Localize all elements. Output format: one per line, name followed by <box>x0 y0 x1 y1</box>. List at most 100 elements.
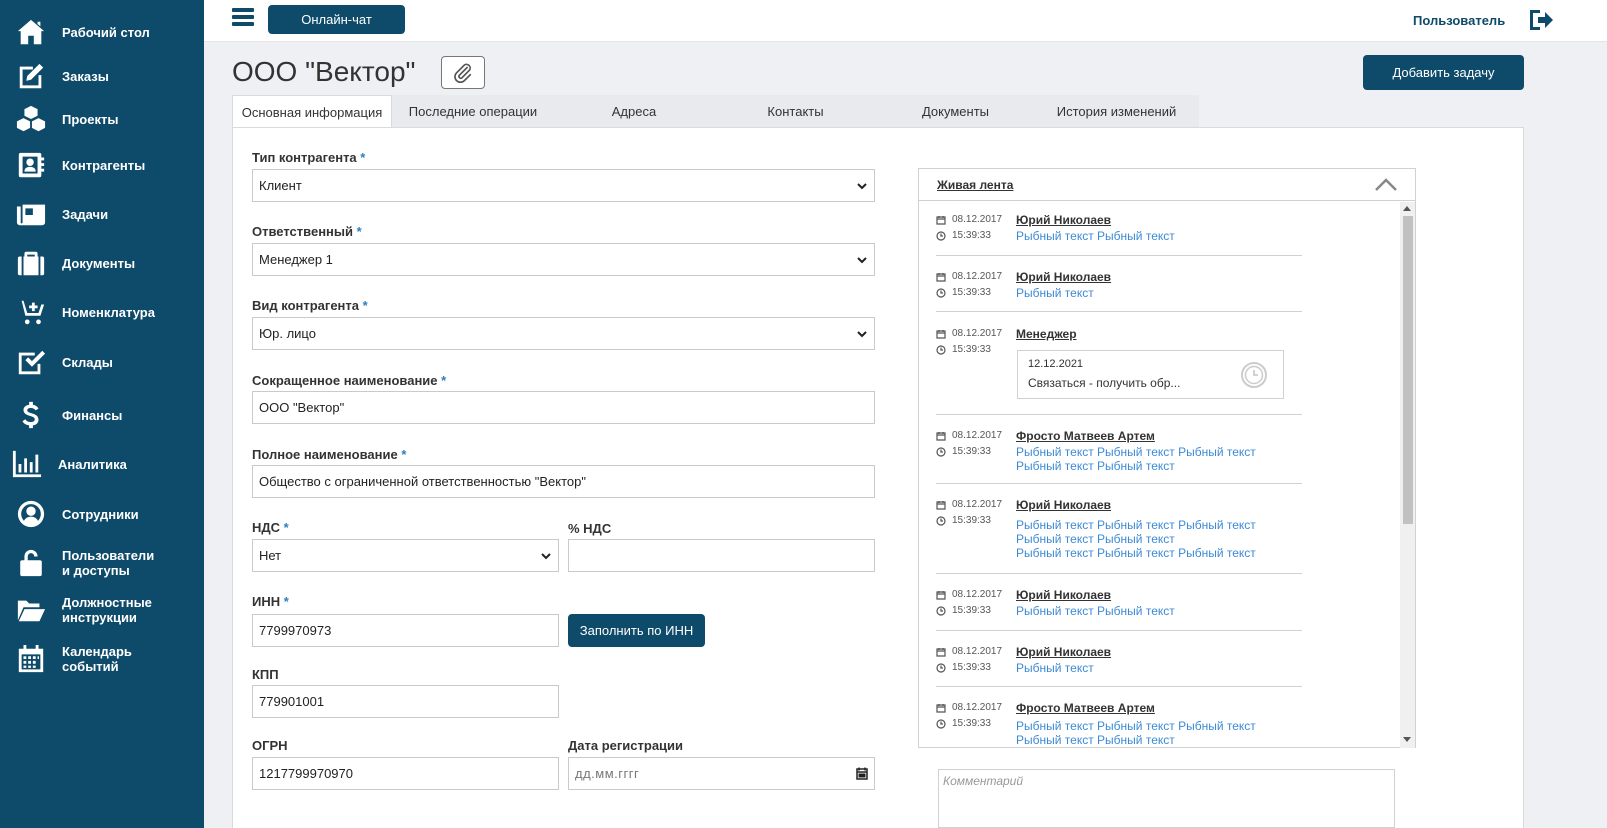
scroll-down-arrow-icon[interactable] <box>1403 737 1411 742</box>
entry-text: Рыбный текст Рыбный текст Рыбный текст Ры… <box>1016 719 1306 747</box>
field-label-responsible: Ответственный * <box>252 224 362 239</box>
calendar-picker-icon[interactable] <box>856 767 868 780</box>
required-mark: * <box>362 298 368 313</box>
logout-icon[interactable] <box>1528 8 1554 32</box>
vat-percent-input[interactable] <box>568 539 875 572</box>
sidebar-item-nomenclature[interactable]: Номенклатура <box>0 295 204 329</box>
sidebar-item-finance[interactable]: Финансы <box>0 398 204 432</box>
sidebar-item-label: Заказы <box>62 68 109 84</box>
calendar-small-icon <box>936 431 952 441</box>
field-label-vat-percent: % НДС <box>568 521 612 536</box>
entry-date-text: 08.12.2017 <box>952 328 1003 339</box>
entry-time-text: 15:39:33 <box>952 230 991 241</box>
field-label-text: Сокращенное наименование <box>252 373 438 388</box>
sidebar-item-label: Проекты <box>62 111 119 127</box>
entry-date: 08.12.2017 <box>936 430 1002 441</box>
comment-input[interactable]: Комментарий <box>938 769 1395 828</box>
inn-input[interactable]: 7799970973 <box>252 614 559 647</box>
tab-recent-operations[interactable]: Последние операции <box>392 95 554 128</box>
entry-text: Рыбный текст <box>1016 286 1306 300</box>
sidebar-item-analytics[interactable]: Аналитика <box>0 447 204 481</box>
entry-date-text: 08.12.2017 <box>952 214 1003 225</box>
short-name-input[interactable]: ООО "Вектор" <box>252 391 875 424</box>
input-value: 7799970973 <box>259 623 332 638</box>
entry-author-link[interactable]: Юрий Николаев <box>1016 270 1111 284</box>
live-feed-header: Живая лента <box>919 169 1415 201</box>
entry-author-link[interactable]: Юрий Николаев <box>1016 213 1111 227</box>
sidebar-item-projects[interactable]: Проекты <box>0 102 204 136</box>
menu-toggle-icon[interactable] <box>232 8 254 30</box>
folder-open-icon <box>14 593 48 627</box>
registration-date-input[interactable]: дд.мм.гггг <box>568 757 875 790</box>
sidebar-item-warehouses[interactable]: Склады <box>0 345 204 379</box>
chevron-down-icon <box>541 553 551 560</box>
entry-time: 15:39:33 <box>936 515 991 526</box>
entry-text-line: Рыбный текст Рыбный текст Рыбный текст <box>1016 546 1256 560</box>
entry-author-link[interactable]: Фросто Матвеев Артем <box>1016 429 1155 443</box>
select-value: Клиент <box>259 178 302 193</box>
full-name-input[interactable]: Общество с ограниченной ответственностью… <box>252 465 875 498</box>
entry-date: 08.12.2017 <box>936 328 1002 339</box>
entry-time-text: 15:39:33 <box>952 344 991 355</box>
sidebar-item-orders[interactable]: Заказы <box>0 59 204 93</box>
add-task-button[interactable]: Добавить задачу <box>1363 55 1524 90</box>
entry-date: 08.12.2017 <box>936 702 1002 713</box>
tab-contacts[interactable]: Контакты <box>714 95 877 128</box>
tab-documents[interactable]: Документы <box>877 95 1034 128</box>
fill-by-inn-button[interactable]: Заполнить по ИНН <box>568 614 705 647</box>
clock-small-icon <box>936 515 952 526</box>
clock-small-icon <box>936 446 952 457</box>
chevron-down-icon <box>857 183 867 190</box>
entry-date-text: 08.12.2017 <box>952 646 1003 657</box>
entry-text-line: Рыбный текст Рыбный текст Рыбный текст <box>1016 445 1256 459</box>
entry-time-text: 15:39:33 <box>952 287 991 298</box>
clock-small-icon <box>936 230 952 241</box>
clock-small-icon <box>936 718 952 729</box>
scroll-thumb[interactable] <box>1403 216 1413 524</box>
feed-divider <box>936 483 1302 484</box>
calendar-small-icon <box>936 500 952 510</box>
entry-author-link[interactable]: Менеджер <box>1016 327 1077 341</box>
sidebar-item-employees[interactable]: Сотрудники <box>0 497 204 531</box>
clock-small-icon <box>936 605 952 616</box>
sidebar-item-calendar[interactable]: Календарь событий <box>0 642 204 676</box>
entry-text-line: Рыбный текст Рыбный текст <box>1016 532 1175 546</box>
task-card[interactable]: 12.12.2021 Связаться - получить обр... <box>1017 350 1284 399</box>
responsible-select[interactable]: Менеджер 1 <box>252 243 875 276</box>
entry-text-line: Рыбный текст Рыбный текст Рыбный текст <box>1016 719 1256 733</box>
chevron-up-icon[interactable] <box>1374 175 1398 193</box>
sidebar-item-desktop[interactable]: Рабочий стол <box>0 15 204 49</box>
calendar-icon <box>14 642 48 676</box>
tab-change-history[interactable]: История изменений <box>1034 95 1199 128</box>
field-label-text: Ответственный <box>252 224 353 239</box>
entry-author-link[interactable]: Фросто Матвеев Артем <box>1016 701 1155 715</box>
sidebar-item-label: Рабочий стол <box>62 24 150 40</box>
feed-scrollbar[interactable] <box>1400 202 1415 748</box>
tab-addresses[interactable]: Адреса <box>554 95 714 128</box>
live-feed-title[interactable]: Живая лента <box>937 178 1013 192</box>
entry-time: 15:39:33 <box>936 287 991 298</box>
sidebar-item-documents[interactable]: Документы <box>0 246 204 280</box>
user-menu-link[interactable]: Пользователь <box>1413 13 1505 28</box>
sidebar-item-label: Контрагенты <box>62 157 146 173</box>
entry-author-link[interactable]: Юрий Николаев <box>1016 645 1111 659</box>
tab-main-info[interactable]: Основная информация <box>232 95 392 128</box>
scroll-up-arrow-icon[interactable] <box>1403 206 1411 211</box>
sidebar-item-counterparties[interactable]: Контрагенты <box>0 148 204 182</box>
counterparty-kind-select[interactable]: Юр. лицо <box>252 317 875 350</box>
entry-author-link[interactable]: Юрий Николаев <box>1016 498 1111 512</box>
counterparty-type-select[interactable]: Клиент <box>252 169 875 202</box>
sidebar-item-label-line1: Должностные <box>62 595 152 610</box>
entry-author-link[interactable]: Юрий Николаев <box>1016 588 1111 602</box>
attach-button[interactable] <box>441 56 485 89</box>
sidebar-item-job-instructions[interactable]: Должностные инструкции <box>0 593 204 627</box>
kpp-input[interactable]: 779901001 <box>252 685 559 718</box>
online-chat-button[interactable]: Онлайн-чат <box>268 5 405 34</box>
ogrn-input[interactable]: 1217799970970 <box>252 757 559 790</box>
sidebar-item-users-access[interactable]: Пользователи и доступы <box>0 546 204 580</box>
sidebar-item-tasks[interactable]: Задачи <box>0 197 204 231</box>
field-label-short-name: Сокращенное наименование * <box>252 373 446 388</box>
vat-select[interactable]: Нет <box>252 539 559 572</box>
field-label-type: Тип контрагента * <box>252 150 365 165</box>
sidebar-item-label-line1: Календарь <box>62 644 132 659</box>
